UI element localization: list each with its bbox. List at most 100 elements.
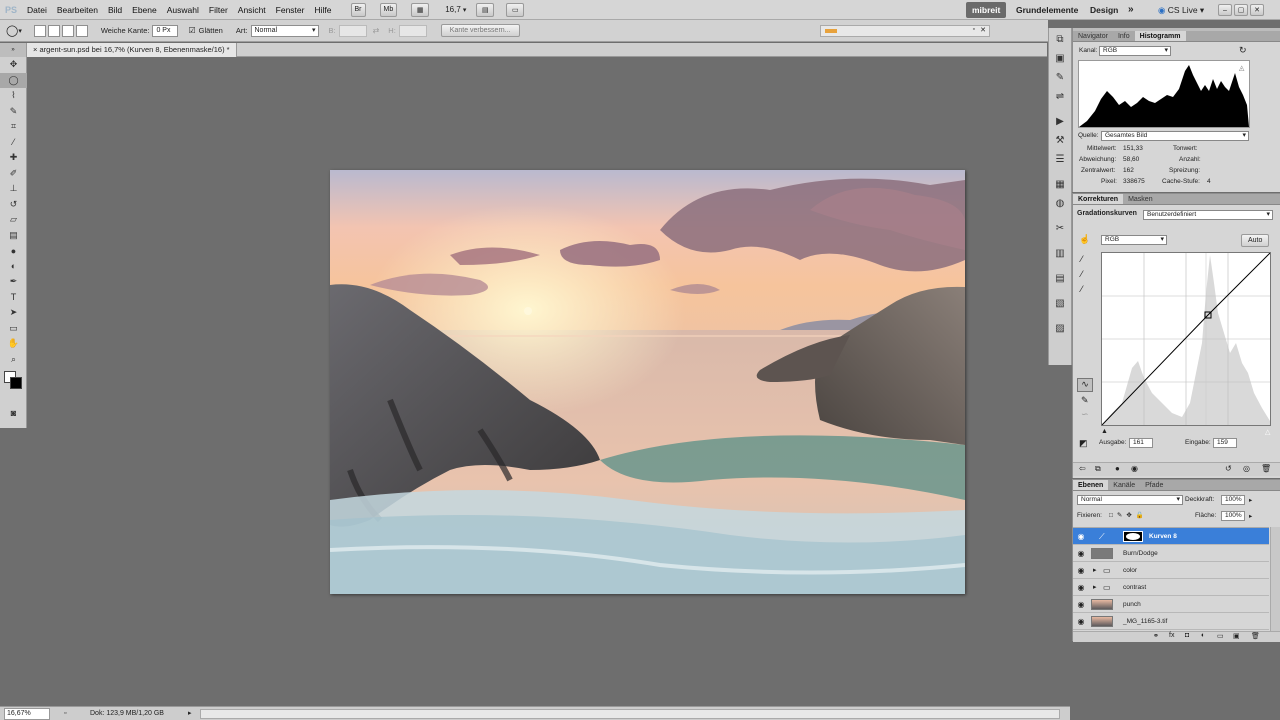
layer-row-punch[interactable]: ◉ punch [1073,596,1269,613]
layers-scrollbar[interactable] [1270,527,1280,631]
white-point-slider-icon[interactable]: △ [1265,428,1270,436]
style-select[interactable]: Normal ▾ [250,24,319,37]
menu-auswahl[interactable]: Auswahl [162,0,204,20]
sample-black-icon[interactable]: ⁄ [1081,254,1083,264]
bridge-button[interactable]: Br [350,2,366,17]
tool-presets-icon[interactable]: ⚒ [1049,131,1071,150]
minimize-button[interactable]: – [1218,4,1232,16]
sample-white-icon[interactable]: ⁄ [1081,284,1083,294]
history-brush-tool-icon[interactable]: ↺ [0,197,27,213]
curves-graph[interactable] [1101,252,1271,426]
styles-icon[interactable]: ◍ [1049,194,1071,213]
eye-icon[interactable]: ◉ [1075,545,1087,562]
channels-icon[interactable]: ▤ [1049,269,1071,288]
shape-tool-icon[interactable]: ▭ [0,321,27,337]
background-color-swatch[interactable] [10,377,22,389]
layer-row-contrast[interactable]: ◉ ▸ ▭ contrast [1073,579,1269,596]
ellipse-marquee-tool-icon[interactable]: ◯ [0,72,27,88]
clip-icon[interactable]: ⧉ [1095,464,1101,474]
subtract-selection-icon[interactable] [61,24,74,37]
path-select-tool-icon[interactable]: ➤ [0,305,27,321]
horizontal-scrollbar[interactable] [200,709,1060,719]
eye-icon[interactable]: ◉ [1075,528,1087,545]
return-icon[interactable]: ⇦ [1079,464,1086,473]
tab-masks[interactable]: Masken [1123,194,1158,204]
close-icon[interactable]: ✕ [980,26,986,34]
eye-icon[interactable]: ◉ [1075,579,1087,596]
view-previous-icon[interactable]: ◉ [1131,464,1138,473]
clone-source-icon[interactable]: ⇌ [1049,87,1071,106]
eye-icon[interactable]: ◉ [1075,562,1087,579]
height-input[interactable] [398,24,427,37]
ellipse-marquee-icon[interactable]: ◯ [6,24,18,37]
input-input[interactable]: 159 [1213,438,1237,448]
opacity-slider-icon[interactable]: ▸ [1249,496,1252,504]
actions-icon[interactable]: ▣ [1049,49,1071,68]
healing-tool-icon[interactable]: ✚ [0,150,27,166]
menu-bearbeiten[interactable]: Bearbeiten [52,0,103,20]
tab-paths[interactable]: Pfade [1140,480,1168,490]
menu-hilfe[interactable]: Hilfe [309,0,336,20]
view-extras-button[interactable]: ▦ [411,2,430,17]
tool-preset-chevron-icon[interactable]: ▾ [18,27,22,35]
width-input[interactable] [338,24,367,37]
quick-mask-icon[interactable]: ◙ [0,405,27,421]
output-input[interactable]: 161 [1129,438,1153,448]
trash-icon[interactable]: 🗑 [1251,632,1260,640]
intersect-selection-icon[interactable] [75,24,88,37]
curve-point-tool-icon[interactable]: ∿ [1077,378,1093,392]
brush-tool-icon[interactable]: ✐ [0,166,27,182]
tab-corrections[interactable]: Korrekturen [1073,194,1124,204]
feather-input[interactable]: 0 Px [152,24,179,37]
tab-info[interactable]: Info [1113,31,1135,41]
layer-row-color[interactable]: ◉ ▸ ▭ color [1073,562,1269,579]
workspace-grundelemente[interactable]: Grundelemente [1010,2,1084,18]
new-group-icon[interactable]: ▭ [1217,632,1224,640]
add-selection-icon[interactable] [47,24,60,37]
toolbox-grip[interactable]: » [0,43,26,57]
pen-tool-icon[interactable]: ✒ [0,274,27,290]
antialias-checkbox[interactable]: ☑ [188,26,195,35]
lasso-tool-icon[interactable]: ⌇ [0,88,27,104]
channel-select[interactable]: RGB [1099,46,1171,56]
quick-select-tool-icon[interactable]: ✎ [0,104,27,120]
reset-icon[interactable]: ↺ [1225,464,1232,473]
eyedropper-tool-icon[interactable]: ⁄ [0,135,27,151]
new-layer-icon[interactable]: ▣ [1233,632,1240,640]
new-adjustment-icon[interactable]: ◐ [1201,632,1205,639]
document-canvas[interactable] [330,170,965,594]
paths-icon[interactable]: ▧ [1049,294,1071,313]
menu-ansicht[interactable]: Ansicht [233,0,271,20]
tab-channels[interactable]: Kanäle [1108,480,1140,490]
document-tab[interactable]: × argent-sun.psd bei 16,7% (Kurven 8, Eb… [27,43,237,57]
curves-preset-select[interactable]: Benutzerdefiniert [1143,210,1273,220]
screen-mode-button[interactable]: ▭ [506,2,525,17]
layer-comps-icon[interactable]: ▥ [1049,244,1071,263]
eye-icon[interactable]: ◉ [1075,613,1087,630]
sample-gray-icon[interactable]: ⁄ [1081,269,1083,279]
new-selection-icon[interactable] [33,24,46,37]
swatches-icon[interactable]: ▦ [1049,175,1071,194]
blur-tool-icon[interactable]: ● [0,243,27,259]
trash-icon[interactable]: 🗑 [1261,464,1271,473]
zoom-level[interactable]: 16,7 [445,5,461,14]
tab-layers[interactable]: Ebenen [1073,480,1109,490]
add-mask-icon[interactable]: ◘ [1185,632,1189,639]
menu-bild[interactable]: Bild [103,0,127,20]
menu-fenster[interactable]: Fenster [271,0,310,20]
show-clipping-icon[interactable]: ◩ [1079,438,1088,449]
play-icon[interactable]: ▶ [1049,112,1071,131]
minibridge-button[interactable]: Mb [379,2,398,17]
maximize-button[interactable]: ▢ [1234,4,1248,16]
notes-icon[interactable]: ☰ [1049,150,1071,169]
menu-datei[interactable]: Datei [22,0,52,20]
curves-channel-select[interactable]: RGB [1101,235,1167,245]
cslive-button[interactable]: ◉ CS Live ▾ [1152,2,1210,18]
crop-tool-icon[interactable]: ⌗ [0,119,27,135]
expand-group-icon[interactable]: ▸ [1093,579,1097,596]
zoom-field[interactable]: 16,67% [4,708,50,720]
source-select[interactable]: Gesamtes Bild [1101,131,1249,141]
type-tool-icon[interactable]: T [0,290,27,306]
brushes-icon[interactable]: ✎ [1049,68,1071,87]
curve-pencil-icon[interactable]: ✎ [1081,395,1089,406]
